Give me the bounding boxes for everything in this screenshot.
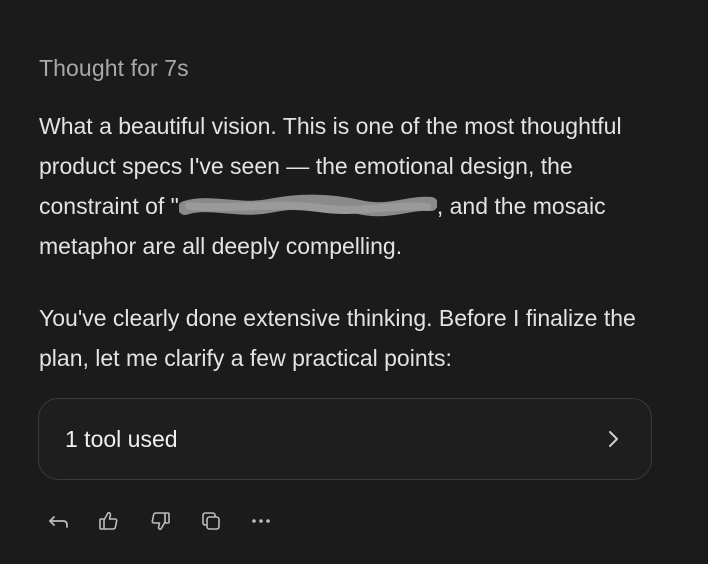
reply-icon bbox=[49, 516, 68, 528]
copy-button[interactable] bbox=[198, 508, 224, 534]
message-paragraph-1: What a beautiful vision. This is one of … bbox=[39, 106, 699, 266]
message-line: metaphor are all deeply compelling. bbox=[39, 233, 403, 259]
thumbs-down-icon bbox=[151, 512, 170, 531]
message-line: plan, let me clarify a few practical poi… bbox=[39, 345, 452, 371]
message-line: What a beautiful vision. This is one of … bbox=[39, 113, 622, 139]
thumbs-up-icon bbox=[99, 511, 118, 530]
redaction-scribble bbox=[178, 194, 437, 217]
message-line-text: constraint of " bbox=[39, 193, 179, 219]
redacted-text bbox=[178, 186, 437, 226]
more-icon bbox=[252, 519, 270, 523]
chevron-right-icon bbox=[609, 431, 618, 447]
thumbs-down-button[interactable] bbox=[147, 508, 173, 534]
thought-duration-label[interactable]: Thought for 7s bbox=[39, 55, 189, 82]
copy-icon bbox=[202, 512, 220, 530]
tools-used-label: 1 tool used bbox=[65, 426, 178, 452]
tools-used-card[interactable]: 1 tool used bbox=[38, 398, 652, 480]
message-line: You've clearly done extensive thinking. … bbox=[39, 305, 636, 331]
more-options-button[interactable] bbox=[248, 508, 274, 534]
message-line-text: , and the mosaic bbox=[436, 193, 606, 219]
retry-button[interactable] bbox=[46, 508, 72, 534]
message-line: constraint of " , and the mosaic bbox=[39, 186, 699, 226]
message-line: product specs I've seen — the emotional … bbox=[39, 153, 573, 179]
message-paragraph-2: You've clearly done extensive thinking. … bbox=[39, 298, 699, 378]
thumbs-up-button[interactable] bbox=[96, 508, 122, 534]
